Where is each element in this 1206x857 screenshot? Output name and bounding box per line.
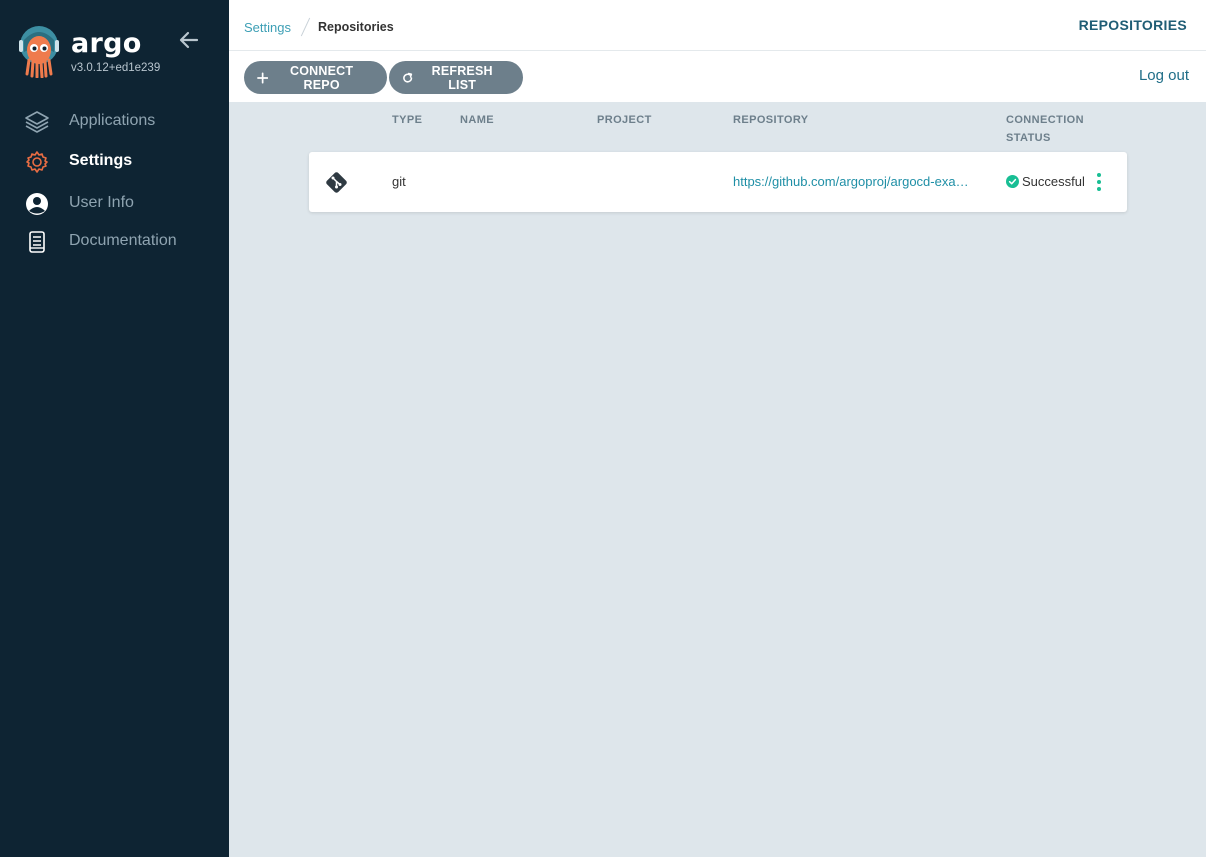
- check-circle-icon: [1006, 175, 1019, 188]
- plus-icon: [257, 71, 269, 84]
- sidebar-nav: Applications Settings User Info Document…: [0, 101, 229, 261]
- sidebar-item-user-info[interactable]: User Info: [0, 183, 229, 223]
- app-name: argo: [71, 28, 142, 59]
- top-bar: Settings Repositories REPOSITORIES: [229, 0, 1206, 51]
- sidebar: argo v3.0.12+ed1e239 Applications Settin…: [0, 0, 229, 857]
- column-header-type: TYPE: [392, 114, 423, 126]
- table-row[interactable]: git https://github.com/argoproj/argocd-e…: [309, 152, 1127, 212]
- table-header: TYPE NAME PROJECT REPOSITORY CONNECTION …: [229, 102, 1206, 150]
- breadcrumb-settings-link[interactable]: Settings: [244, 20, 291, 35]
- sidebar-item-settings[interactable]: Settings: [0, 141, 229, 181]
- row-repository-link[interactable]: https://github.com/argoproj/argocd-examp…: [733, 174, 978, 189]
- connect-repo-label: CONNECT REPO: [290, 63, 354, 92]
- layers-icon: [25, 111, 49, 133]
- row-type: git: [392, 174, 406, 189]
- connection-status-text: Successful: [1022, 174, 1085, 189]
- sidebar-item-label: Applications: [69, 112, 156, 129]
- connect-repo-button[interactable]: CONNECT REPO: [244, 61, 387, 94]
- column-header-connection-line1: CONNECTION: [1006, 114, 1084, 126]
- column-header-connection-line2: STATUS: [1006, 132, 1051, 144]
- kebab-menu-icon[interactable]: [1093, 171, 1105, 193]
- connection-status: Successful: [1006, 174, 1085, 189]
- refresh-list-label: REFRESH LIST: [431, 63, 493, 92]
- gear-icon: [26, 151, 48, 173]
- sidebar-item-label: Settings: [69, 152, 133, 169]
- column-header-repository: REPOSITORY: [733, 114, 809, 126]
- user-circle-icon: [26, 193, 48, 215]
- logout-link[interactable]: Log out: [1139, 67, 1189, 84]
- breadcrumb-current: Repositories: [317, 20, 394, 34]
- breadcrumb-separator: [300, 17, 311, 37]
- toolbar: CONNECT REPO REFRESH LIST Log out: [229, 51, 1206, 102]
- sidebar-item-label: User Info: [69, 194, 134, 211]
- app-version: v3.0.12+ed1e239: [71, 62, 161, 74]
- git-icon: [326, 172, 347, 193]
- sidebar-item-applications[interactable]: Applications: [0, 101, 229, 141]
- column-header-name: NAME: [460, 114, 494, 126]
- breadcrumb: Settings Repositories: [244, 17, 394, 37]
- column-header-connection-status: CONNECTION STATUS: [1006, 111, 1084, 147]
- collapse-sidebar-arrow-left-icon[interactable]: [178, 29, 200, 51]
- sidebar-item-documentation[interactable]: Documentation: [0, 221, 229, 261]
- sidebar-item-label: Documentation: [69, 232, 177, 249]
- column-header-project: PROJECT: [597, 114, 652, 126]
- refresh-list-button[interactable]: REFRESH LIST: [389, 61, 523, 94]
- page-title: REPOSITORIES: [1078, 17, 1187, 33]
- refresh-icon: [403, 72, 413, 83]
- book-icon: [29, 231, 45, 253]
- argo-octopus-logo-icon: [19, 26, 59, 78]
